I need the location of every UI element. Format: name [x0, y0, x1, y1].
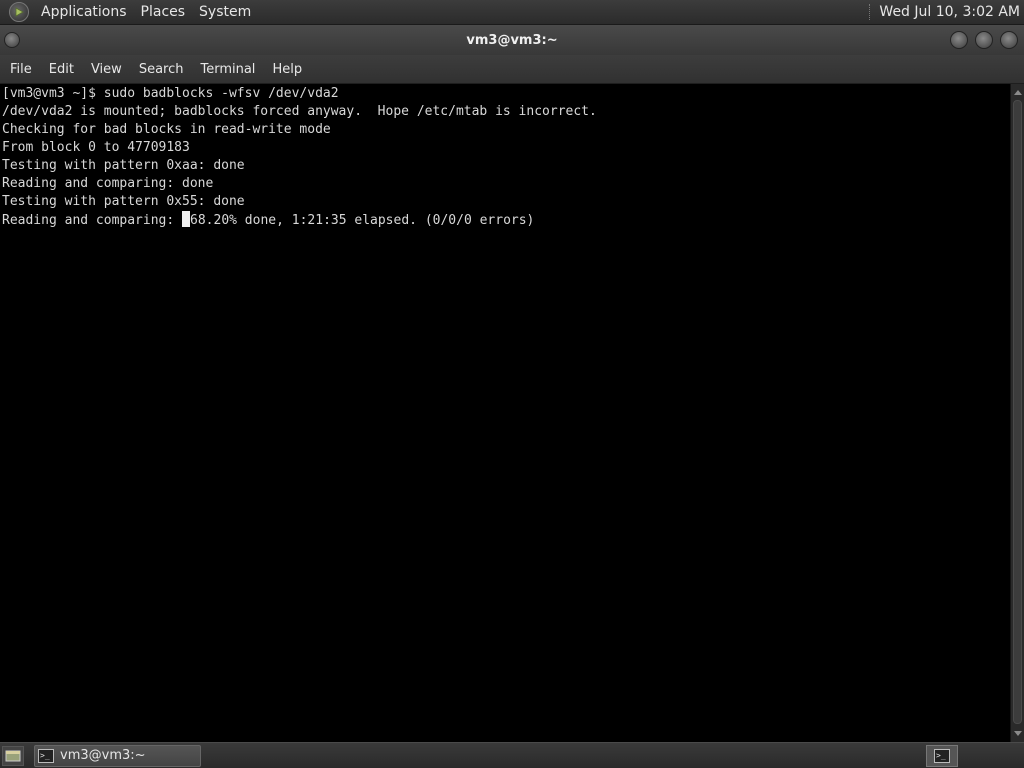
terminal-icon: >_ [38, 748, 54, 763]
terminal-current-line: Reading and comparing: 68.20% done, 1:21… [2, 211, 1008, 229]
menu-view[interactable]: View [84, 62, 129, 77]
window-menu-icon[interactable] [4, 32, 20, 48]
window-titlebar[interactable]: vm3@vm3:~ [0, 25, 1024, 55]
menu-help[interactable]: Help [265, 62, 309, 77]
terminal-line: Checking for bad blocks in read-write mo… [2, 122, 331, 137]
terminal-output[interactable]: [vm3@vm3 ~]$ sudo badblocks -wfsv /dev/v… [0, 84, 1010, 742]
terminal-line: Reading and comparing: done [2, 176, 214, 191]
scrollbar-thumb[interactable] [1013, 100, 1022, 724]
menu-edit[interactable]: Edit [42, 62, 81, 77]
gnome-foot-icon[interactable] [9, 2, 29, 22]
menu-file[interactable]: File [3, 62, 39, 77]
top-panel: Applications Places System Wed Jul 10, 3… [0, 0, 1024, 25]
terminal-line: From block 0 to 47709183 [2, 140, 190, 155]
panel-separator [869, 4, 871, 20]
text-cursor [182, 211, 191, 227]
applications-menu[interactable]: Applications [34, 4, 134, 20]
window-title: vm3@vm3:~ [466, 32, 558, 48]
terminal-menubar: File Edit View Search Terminal Help [0, 55, 1024, 84]
desktop: Applications Places System Wed Jul 10, 3… [0, 0, 1024, 768]
clock[interactable]: Wed Jul 10, 3:02 AM [879, 4, 1024, 20]
terminal-line: Testing with pattern 0x55: done [2, 194, 245, 209]
places-menu[interactable]: Places [134, 4, 193, 20]
bottom-panel: >_ vm3@vm3:~ >_ [0, 742, 1024, 768]
menu-search[interactable]: Search [132, 62, 191, 77]
scroll-down-icon[interactable] [1014, 731, 1022, 736]
terminal-line: Testing with pattern 0xaa: done [2, 158, 245, 173]
terminal-line: [vm3@vm3 ~]$ sudo badblocks -wfsv /dev/v… [2, 86, 339, 101]
terminal-icon: >_ [934, 748, 950, 763]
show-desktop-icon[interactable] [2, 745, 24, 766]
terminal-scrollbar[interactable] [1010, 84, 1024, 742]
current-line-progress: 68.20% done, 1:21:35 elapsed. (0/0/0 err… [190, 213, 535, 228]
workspace-switcher[interactable]: >_ [926, 744, 958, 767]
menu-terminal[interactable]: Terminal [193, 62, 262, 77]
close-icon[interactable] [1000, 31, 1018, 49]
scroll-up-icon[interactable] [1014, 90, 1022, 95]
taskbar-window-label: vm3@vm3:~ [60, 748, 146, 763]
system-menu[interactable]: System [192, 4, 258, 20]
terminal-line: /dev/vda2 is mounted; badblocks forced a… [2, 104, 597, 119]
current-line-prefix: Reading and comparing: [2, 213, 183, 228]
maximize-icon[interactable] [975, 31, 993, 49]
minimize-icon[interactable] [950, 31, 968, 49]
taskbar-window-button[interactable]: >_ vm3@vm3:~ [34, 744, 201, 767]
